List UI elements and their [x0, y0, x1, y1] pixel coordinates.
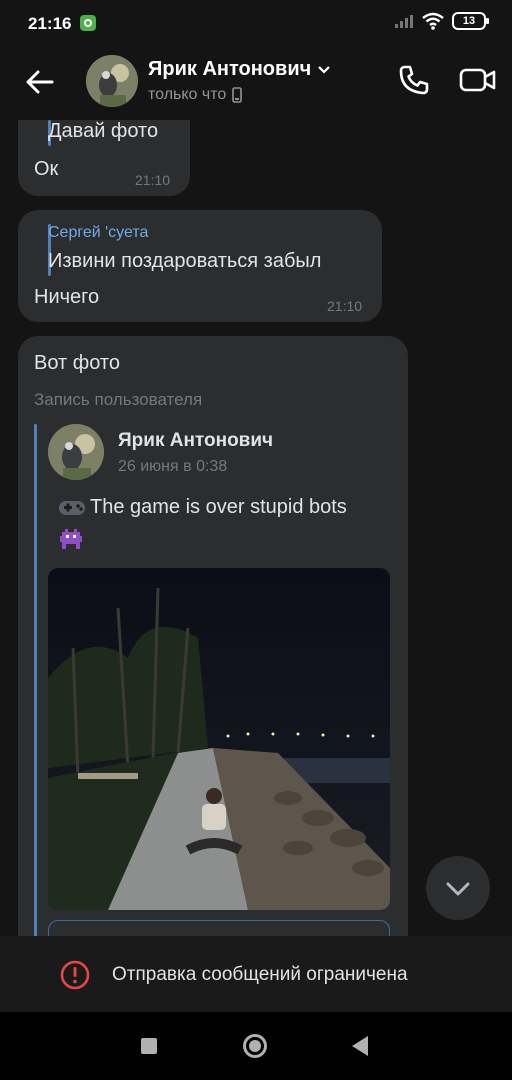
post-action-button[interactable]: [48, 920, 390, 936]
message-text: Ничего: [34, 286, 100, 308]
phone-call-icon[interactable]: [396, 62, 432, 98]
system-navigation-bar: [0, 1012, 512, 1080]
wifi-icon: [422, 12, 444, 30]
status-icons: 13: [394, 12, 489, 30]
post-text: The game is over stupid bots: [58, 496, 347, 519]
avatar-image: [86, 55, 138, 107]
message-text: Вот фото: [34, 352, 120, 374]
contact-status-text: только что: [148, 86, 227, 103]
post-author-avatar[interactable]: [48, 424, 104, 480]
chevron-down-icon[interactable]: [317, 65, 331, 75]
post-author[interactable]: Ярик Антонович: [118, 430, 273, 452]
contact-status: только что: [148, 86, 243, 104]
recent-apps-button[interactable]: [141, 1038, 157, 1054]
signal-icon: [395, 15, 413, 28]
message-text: Ок: [34, 158, 59, 180]
mobile-phone-icon: [232, 87, 243, 103]
message-time: 21:10: [135, 172, 171, 188]
back-arrow-icon[interactable]: [22, 64, 58, 100]
warning-icon: [60, 960, 90, 990]
status-time: 21:16: [28, 14, 72, 33]
app-notification-icon: [80, 15, 96, 31]
chevron-down-icon: [446, 882, 470, 896]
message-list[interactable]: Давай фото Ок 21:10 Сергей 'суета Извини…: [0, 120, 512, 936]
battery-icon: 13: [452, 12, 489, 30]
post-quote-bar: [34, 424, 37, 936]
restriction-banner: Отправка сообщений ограничена: [0, 936, 512, 1012]
attachment-subtitle: Запись пользователя: [34, 390, 203, 409]
post-text-content: The game is over stupid bots: [90, 496, 347, 518]
reply-quote-author: Сергей 'суета: [48, 224, 149, 241]
contact-name[interactable]: Ярик Антонович: [148, 58, 331, 81]
status-bar: 21:16 13: [0, 0, 512, 48]
post-photo[interactable]: [48, 568, 390, 910]
video-call-icon[interactable]: [458, 62, 498, 98]
gamepad-icon: [59, 500, 85, 515]
scroll-down-button[interactable]: [426, 856, 490, 920]
contact-name-text: Ярик Антонович: [148, 58, 312, 80]
message-bubble[interactable]: Давай фото Ок 21:10: [18, 120, 190, 196]
contact-avatar[interactable]: [86, 55, 138, 107]
alien-monster-icon: [60, 529, 82, 549]
night-promenade-photo: [48, 568, 390, 910]
message-bubble[interactable]: Сергей 'суета Извини поздароваться забыл…: [18, 210, 382, 322]
post-date: 26 июня в 0:38: [118, 458, 228, 475]
chat-header: Ярик Антонович только что: [0, 48, 512, 120]
reply-quote-text: Давай фото: [48, 120, 159, 142]
restriction-text: Отправка сообщений ограничена: [112, 964, 408, 985]
system-back-button[interactable]: [352, 1036, 368, 1056]
reply-quote-text: Извини поздароваться забыл: [48, 250, 322, 272]
avatar-image: [48, 424, 104, 480]
message-time: 21:10: [327, 298, 363, 314]
home-button[interactable]: [243, 1034, 267, 1058]
message-bubble[interactable]: Вот фото Запись пользователя Ярик Антоно…: [18, 336, 408, 936]
